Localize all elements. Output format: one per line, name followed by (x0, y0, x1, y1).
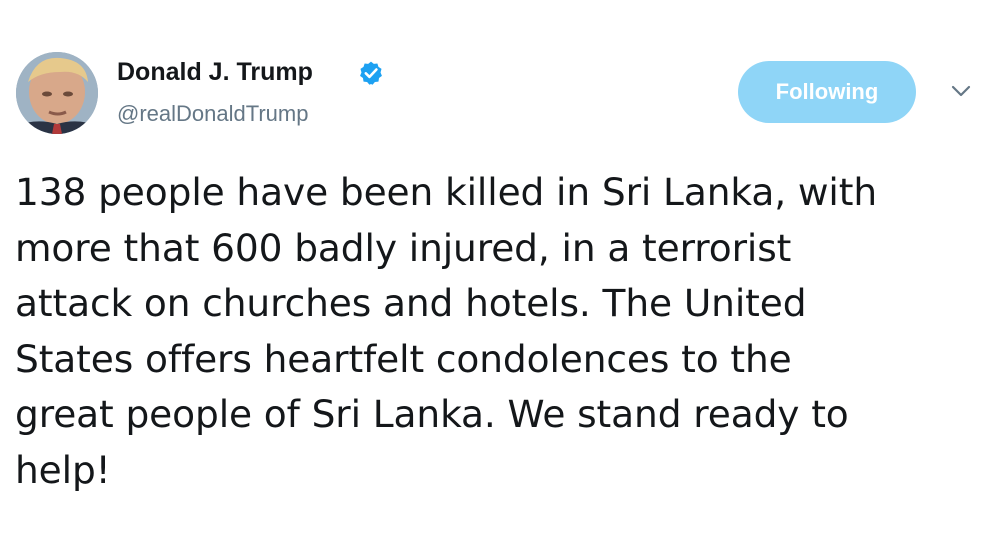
tweet-text-line: help! (15, 447, 111, 492)
following-button[interactable]: Following (738, 61, 916, 123)
tweet-text: 138 people have been killed in Sri Lanka… (15, 165, 980, 498)
tweet-text-line: attack on churches and hotels. The Unite… (15, 281, 807, 325)
tweet-text-line: more that 600 badly injured, in a terror… (15, 225, 792, 270)
tweet-text-line: great people of Sri Lanka. We stand read… (15, 392, 849, 436)
chevron-down-icon[interactable] (948, 82, 974, 100)
profile-photo-icon (16, 52, 98, 134)
avatar[interactable] (16, 52, 98, 134)
author-display-name[interactable]: Donald J. Trump (117, 57, 313, 87)
author-handle[interactable]: @realDonaldTrump (117, 100, 308, 128)
tweet-text-line: States offers heartfelt condolences to t… (15, 336, 792, 381)
tweet-text-line: 138 people have been killed in Sri Lanka… (15, 170, 878, 214)
tweet-card: Donald J. Trump @realDonaldTrump Followi… (0, 0, 992, 558)
verified-badge-icon (360, 61, 382, 85)
